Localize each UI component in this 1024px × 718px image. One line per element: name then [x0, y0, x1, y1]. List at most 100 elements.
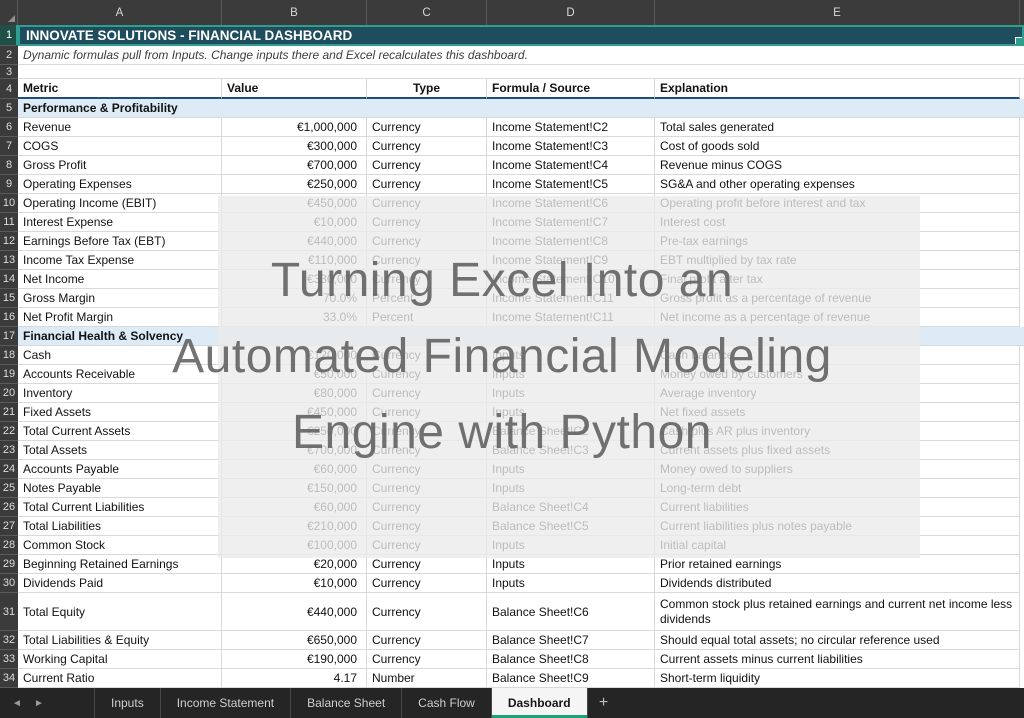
cell-metric[interactable]: Notes Payable — [18, 479, 222, 498]
sheet-tab-income-statement[interactable]: Income Statement — [160, 688, 290, 718]
row-number[interactable]: 23 — [0, 441, 18, 460]
row-number[interactable]: 9 — [0, 175, 18, 194]
cell-explanation[interactable]: Current assets plus fixed assets — [655, 441, 1020, 460]
row-number[interactable]: 8 — [0, 156, 18, 175]
cell-explanation[interactable]: Cash plus AR plus inventory — [655, 422, 1020, 441]
cell-value[interactable]: €110,000 — [222, 251, 367, 270]
row-number[interactable]: 13 — [0, 251, 18, 270]
cell-type[interactable]: Currency — [367, 422, 487, 441]
cell-type[interactable]: Currency — [367, 213, 487, 232]
cell-value[interactable]: €10,000 — [222, 213, 367, 232]
cell-explanation[interactable]: Revenue minus COGS — [655, 156, 1020, 175]
cell-formula[interactable]: Inputs — [487, 536, 655, 555]
cell-metric[interactable]: Net Profit Margin — [18, 308, 222, 327]
cell-explanation[interactable]: Prior retained earnings — [655, 555, 1020, 574]
cell-formula[interactable]: Income Statement!C2 — [487, 118, 655, 137]
cell-metric[interactable]: Fixed Assets — [18, 403, 222, 422]
cell-value[interactable]: €450,000 — [222, 194, 367, 213]
cell-value[interactable]: €440,000 — [222, 232, 367, 251]
cell-value[interactable]: €210,000 — [222, 517, 367, 536]
cell-value[interactable]: 4.17 — [222, 669, 367, 688]
row-number[interactable]: 2 — [0, 46, 18, 65]
cell-type[interactable]: Currency — [367, 441, 487, 460]
row-number[interactable]: 11 — [0, 213, 18, 232]
cell-explanation[interactable]: Gross profit as a percentage of revenue — [655, 289, 1020, 308]
row-number[interactable]: 31 — [0, 593, 18, 631]
sheet-tab-dashboard[interactable]: Dashboard — [491, 688, 588, 718]
row-number[interactable]: 12 — [0, 232, 18, 251]
cell-metric[interactable]: Total Current Liabilities — [18, 498, 222, 517]
row-number[interactable]: 24 — [0, 460, 18, 479]
cell-value[interactable]: €10,000 — [222, 574, 367, 593]
cell-value[interactable]: 33.0% — [222, 308, 367, 327]
row-number[interactable]: 4 — [0, 79, 18, 99]
cell-value[interactable]: €650,000 — [222, 631, 367, 650]
cell-explanation[interactable]: Pre-tax earnings — [655, 232, 1020, 251]
next-sheet-icon[interactable]: ► — [28, 688, 50, 718]
cell-value[interactable]: €700,000 — [222, 441, 367, 460]
cell-type[interactable]: Currency — [367, 479, 487, 498]
cell-explanation[interactable]: Operating profit before interest and tax — [655, 194, 1020, 213]
cell-formula[interactable]: Income Statement!C10 — [487, 270, 655, 289]
cell-type[interactable]: Currency — [367, 137, 487, 156]
cell-value[interactable]: €20,000 — [222, 555, 367, 574]
cell-type[interactable]: Currency — [367, 118, 487, 137]
sheet-tab-balance-sheet[interactable]: Balance Sheet — [290, 688, 401, 718]
cell-metric[interactable]: Total Liabilities & Equity — [18, 631, 222, 650]
cell-type[interactable]: Currency — [367, 650, 487, 669]
column-header-C[interactable]: C — [367, 0, 487, 25]
cell-type[interactable]: Currency — [367, 631, 487, 650]
column-header-E[interactable]: E — [655, 0, 1020, 25]
cell-type[interactable]: Currency — [367, 574, 487, 593]
cell-type[interactable]: Currency — [367, 460, 487, 479]
cell-value[interactable]: €60,000 — [222, 460, 367, 479]
title-cell[interactable]: INNOVATE SOLUTIONS - FINANCIAL DASHBOARD — [18, 25, 1024, 46]
cell-formula[interactable]: Balance Sheet!C9 — [487, 669, 655, 688]
cell-formula[interactable]: Inputs — [487, 555, 655, 574]
cell-metric[interactable]: Current Ratio — [18, 669, 222, 688]
cell-metric[interactable]: Operating Income (EBIT) — [18, 194, 222, 213]
prev-sheet-icon[interactable]: ◄ — [6, 688, 28, 718]
row-number[interactable]: 19 — [0, 365, 18, 384]
row-number[interactable]: 30 — [0, 574, 18, 593]
cell-metric[interactable]: Total Assets — [18, 441, 222, 460]
cell-metric[interactable]: Cash — [18, 346, 222, 365]
cell-formula[interactable]: Inputs — [487, 403, 655, 422]
cell-metric[interactable]: Beginning Retained Earnings — [18, 555, 222, 574]
row-number[interactable]: 28 — [0, 536, 18, 555]
row-number[interactable]: 34 — [0, 669, 18, 688]
cell-type[interactable]: Currency — [367, 498, 487, 517]
cell-value[interactable]: 70.0% — [222, 289, 367, 308]
cell-explanation[interactable]: EBT multiplied by tax rate — [655, 251, 1020, 270]
sheet-tab-inputs[interactable]: Inputs — [94, 688, 160, 718]
cell-type[interactable]: Percent — [367, 308, 487, 327]
cell-type[interactable]: Number — [367, 669, 487, 688]
column-header-B[interactable]: B — [222, 0, 367, 25]
cell-formula[interactable]: Income Statement!C5 — [487, 175, 655, 194]
cell-formula[interactable]: Balance Sheet!C6 — [487, 593, 655, 631]
cell-value[interactable]: €700,000 — [222, 156, 367, 175]
cell-formula[interactable]: Inputs — [487, 574, 655, 593]
column-header-D[interactable]: D — [487, 0, 655, 25]
cell-type[interactable]: Currency — [367, 593, 487, 631]
cell-type[interactable]: Currency — [367, 270, 487, 289]
cell-formula[interactable]: Balance Sheet!C7 — [487, 631, 655, 650]
cell-explanation[interactable]: Net fixed assets — [655, 403, 1020, 422]
row-number[interactable]: 14 — [0, 270, 18, 289]
cell-type[interactable]: Currency — [367, 536, 487, 555]
row-number[interactable]: 17 — [0, 327, 18, 346]
row-number[interactable]: 21 — [0, 403, 18, 422]
cell-formula[interactable]: Income Statement!C11 — [487, 308, 655, 327]
cell-formula[interactable]: Inputs — [487, 365, 655, 384]
cell-formula[interactable]: Income Statement!C11 — [487, 289, 655, 308]
cell-value[interactable]: Value — [222, 79, 367, 99]
cell-type[interactable]: Currency — [367, 251, 487, 270]
row-number[interactable]: 3 — [0, 65, 18, 79]
note-cell[interactable]: Dynamic formulas pull from Inputs. Chang… — [18, 46, 1024, 65]
row-number[interactable]: 6 — [0, 118, 18, 137]
row-number[interactable]: 18 — [0, 346, 18, 365]
row-number[interactable]: 16 — [0, 308, 18, 327]
column-header-A[interactable]: A — [18, 0, 222, 25]
cell-explanation[interactable]: Should equal total assets; no circular r… — [655, 631, 1020, 650]
cell-type[interactable]: Currency — [367, 555, 487, 574]
